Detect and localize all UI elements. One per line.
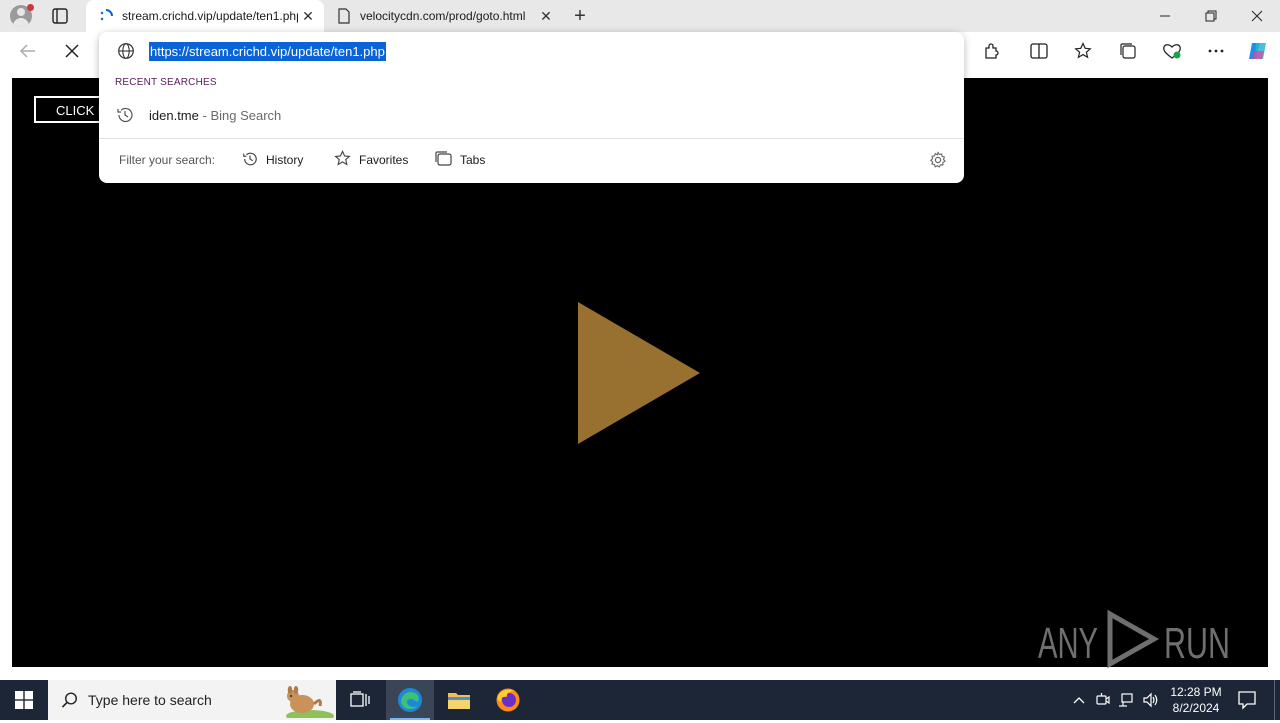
taskbar: Type here to search 12:28 PM 8/2/2024 [0,680,1280,723]
show-hidden-icons-button[interactable] [1068,680,1090,720]
split-screen-icon[interactable] [1024,36,1054,66]
extensions-icon[interactable] [976,36,1006,66]
back-button[interactable] [13,36,43,66]
tab-actions-icon[interactable] [50,6,70,26]
close-tab-icon[interactable]: ✕ [300,8,316,24]
close-tab-icon[interactable]: ✕ [538,8,554,24]
divider [99,138,964,139]
address-bar-dropdown: https://stream.crichd.vip/update/ten1.ph… [99,32,964,183]
tabs-icon [435,151,460,169]
notification-center-icon[interactable] [1234,688,1260,712]
taskbar-search[interactable]: Type here to search [48,680,336,723]
search-highlight-illustration [276,682,334,723]
collections-icon[interactable] [1113,36,1143,66]
stop-loading-button[interactable] [57,36,87,66]
filter-favorites[interactable]: Favorites [334,150,408,170]
more-menu-icon[interactable] [1201,36,1231,66]
gear-icon[interactable] [929,151,947,169]
suggestion-item[interactable]: iden.tme - Bing Search [99,100,964,130]
filter-history-label: History [266,153,304,167]
filter-tabs[interactable]: Tabs [435,150,485,170]
task-view-button[interactable] [336,680,384,720]
svg-text:RUN: RUN [1164,619,1230,668]
page-icon [336,8,352,24]
taskbar-search-placeholder: Type here to search [88,692,212,708]
filter-label: Filter your search: [119,153,216,167]
system-clock[interactable]: 12:28 PM 8/2/2024 [1162,684,1230,716]
new-tab-button[interactable]: + [568,4,592,28]
play-icon[interactable] [578,302,700,449]
notification-dot [27,4,34,11]
task-view-icon [350,691,370,707]
suggestion-query: iden.tme [149,108,199,123]
start-button[interactable] [0,680,48,720]
tab-title: velocitycdn.com/prod/goto.html [360,9,526,23]
close-window-button[interactable] [1234,0,1280,32]
windows-logo-icon [15,691,33,709]
tab-strip: stream.crichd.vip/update/ten1.php ✕ velo… [0,0,1280,32]
anyrun-watermark-logo: ANY RUN [1038,608,1238,670]
address-input[interactable]: https://stream.crichd.vip/update/ten1.ph… [149,42,386,61]
clock-date: 8/2/2024 [1172,701,1220,715]
restore-button[interactable] [1188,0,1234,32]
folder-icon [448,693,470,709]
filter-tabs-label: Tabs [460,153,486,167]
svg-text:ANY: ANY [1038,619,1098,668]
recent-searches-heading: RECENT SEARCHES [115,77,217,88]
tab-title: stream.crichd.vip/update/ten1.php [122,9,298,23]
network-icon[interactable] [1116,680,1136,720]
copilot-icon[interactable] [1243,36,1273,66]
show-desktop-button[interactable] [1274,680,1280,720]
firefox-icon [496,688,520,712]
loading-spinner-icon [98,8,114,24]
edge-icon [398,688,422,712]
suggestion-source: - Bing Search [202,108,282,123]
taskbar-file-explorer[interactable] [435,680,483,720]
minimize-button[interactable] [1142,0,1188,32]
filter-favorites-label: Favorites [359,153,409,167]
taskbar-firefox[interactable] [484,680,532,720]
globe-icon [117,42,135,60]
browser-essentials-icon[interactable] [1157,36,1187,66]
filter-history[interactable]: History [242,150,303,170]
taskbar-edge[interactable] [386,680,434,720]
history-icon [242,151,266,170]
history-clock-icon [116,106,134,124]
favorites-star-icon[interactable] [1068,36,1098,66]
volume-icon[interactable] [1140,680,1162,720]
clock-time: 12:28 PM [1170,685,1222,699]
chevron-up-icon [1073,697,1085,704]
meet-now-icon[interactable] [1093,680,1113,720]
star-icon [334,150,359,170]
search-icon [61,691,79,714]
tab-velocitycdn[interactable]: velocitycdn.com/prod/goto.html ✕ [324,0,562,32]
tab-stream[interactable]: stream.crichd.vip/update/ten1.php ✕ [86,0,324,32]
